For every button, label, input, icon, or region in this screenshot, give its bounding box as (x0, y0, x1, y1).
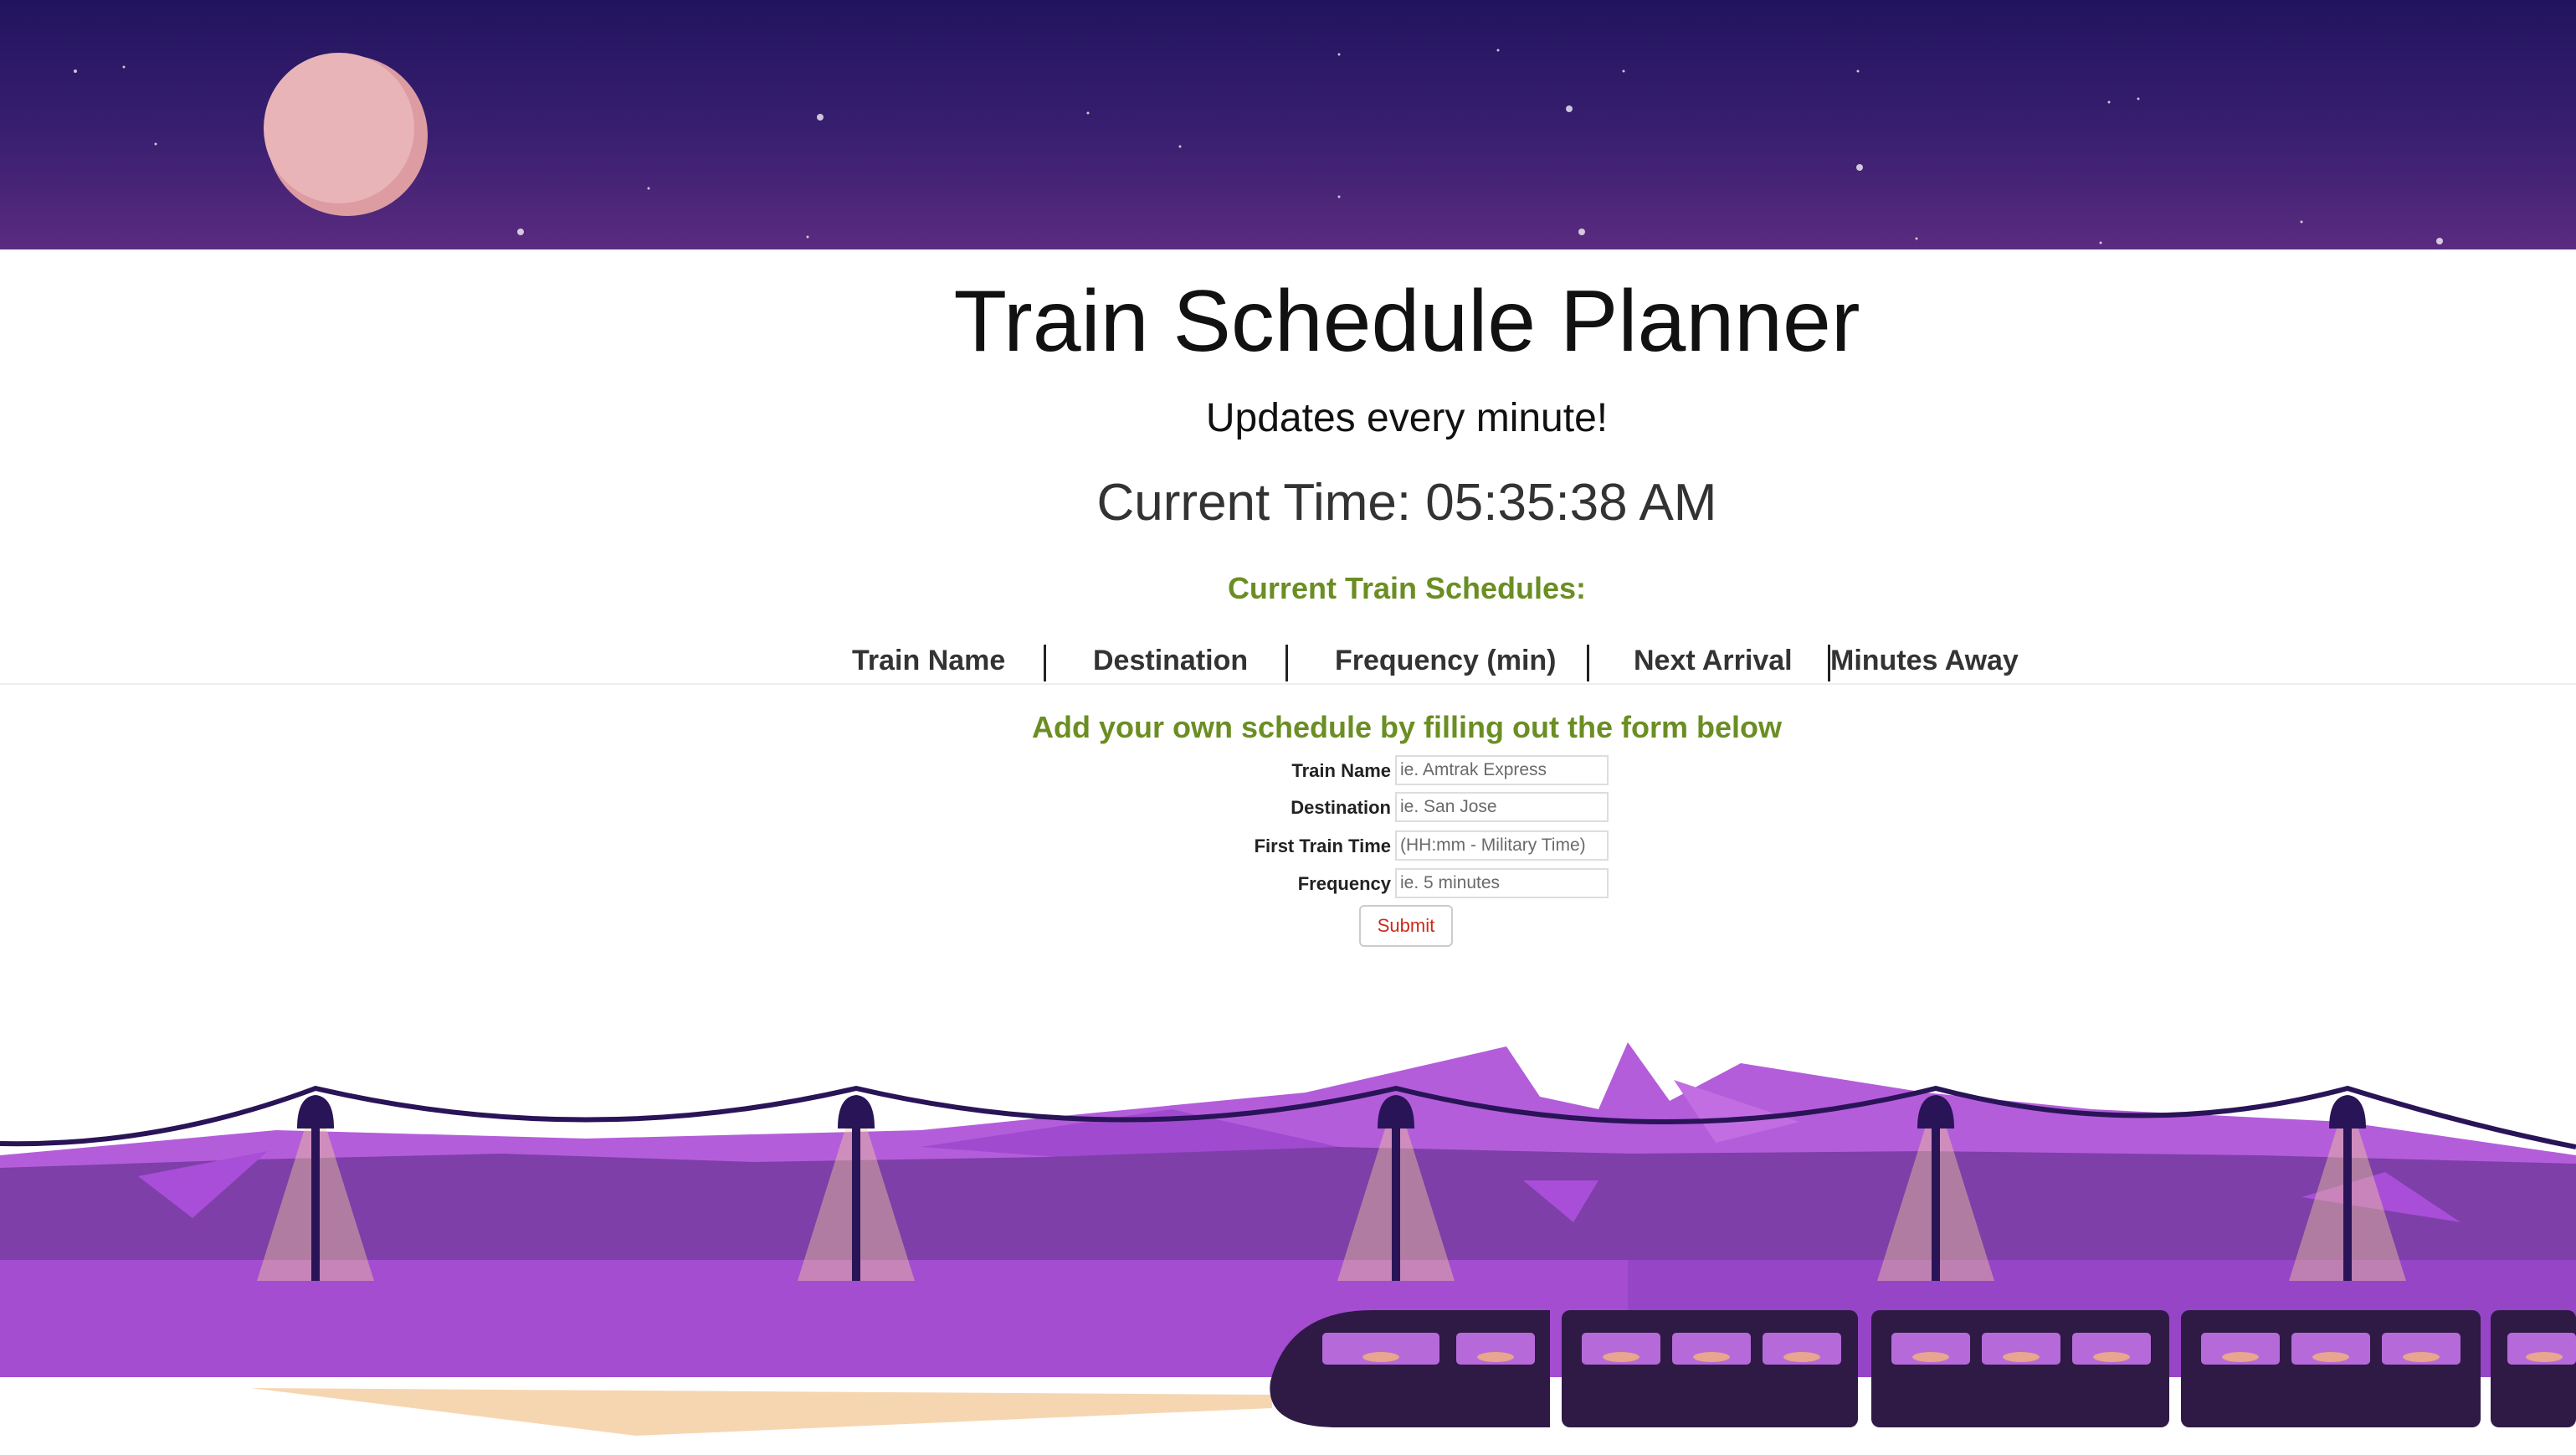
form-row-frequency: Frequency (0, 868, 2576, 900)
landscape-train-illustration (0, 1042, 2576, 1436)
night-sky-banner (0, 0, 2576, 249)
column-header-destination: Destination (1093, 645, 1249, 676)
page-title: Train Schedule Planner (953, 273, 1860, 370)
column-header-next-arrival: Next Arrival (1634, 645, 1793, 676)
column-header-minutes-away: Minutes Away (1830, 645, 2019, 676)
column-header-train-name: Train Name (852, 645, 1006, 676)
form-row-first-train-time: First Train Time (0, 830, 2576, 862)
train-illustration (1270, 1310, 2576, 1427)
night-sky-illustration (74, 49, 2443, 244)
form-row-destination: Destination (0, 792, 2576, 824)
destination-label: Destination (1291, 797, 1391, 818)
schedules-heading: Current Train Schedules: (1227, 571, 1587, 605)
train-name-label: Train Name (1291, 760, 1391, 781)
stars (74, 49, 2443, 244)
column-header-frequency: Frequency (min) (1335, 645, 1557, 676)
column-divider (1044, 645, 1046, 681)
column-divider (1285, 645, 1288, 681)
column-divider (1587, 645, 1589, 681)
schedule-table-header: Train Name Destination Frequency (min) N… (0, 645, 2576, 685)
mountains-front (0, 1147, 2576, 1260)
first-train-time-label: First Train Time (1254, 835, 1391, 856)
train-name-input[interactable] (1395, 755, 1609, 785)
form-row-train-name: Train Name (0, 755, 2576, 787)
submit-button[interactable]: Submit (1359, 905, 1453, 947)
headlight-beam (251, 1388, 1272, 1436)
destination-input[interactable] (1395, 792, 1609, 822)
first-train-time-input[interactable] (1395, 830, 1609, 861)
form-heading: Add your own schedule by filling out the… (1031, 710, 1782, 744)
frequency-input[interactable] (1395, 868, 1609, 898)
page-subtitle: Updates every minute! (1205, 396, 1609, 440)
frequency-label: Frequency (1297, 873, 1391, 894)
current-time-display: Current Time: 05:35:38 AM (1096, 474, 1717, 532)
moon-illustration (264, 53, 428, 216)
